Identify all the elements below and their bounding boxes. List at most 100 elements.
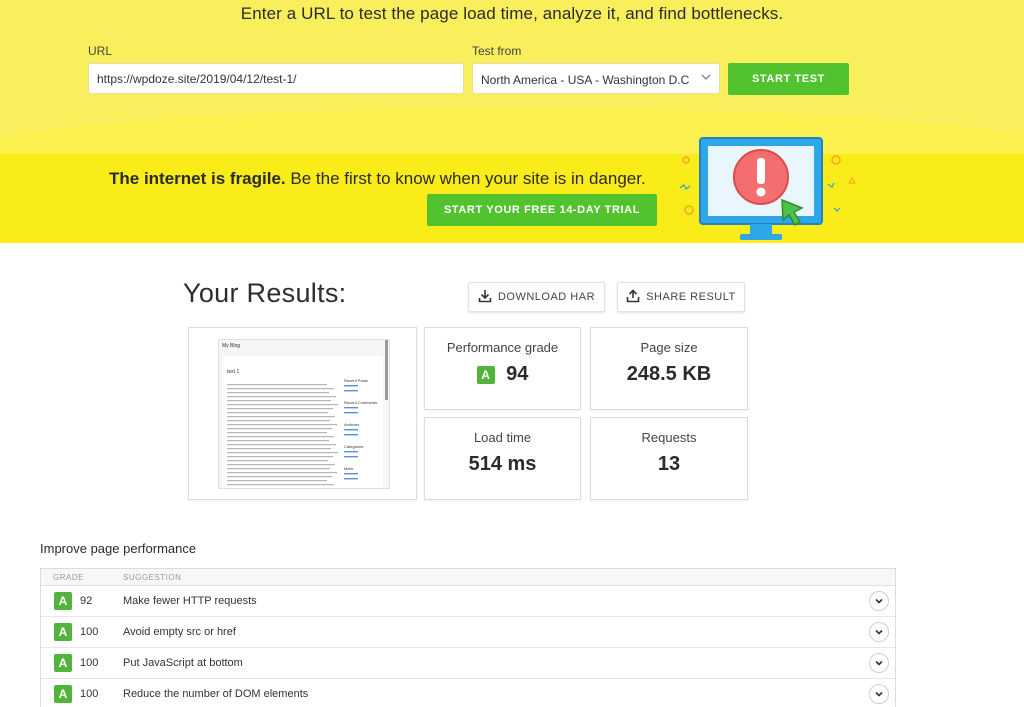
screenshot-text-line bbox=[227, 428, 332, 430]
screenshot-preview bbox=[219, 340, 389, 488]
start-test-button[interactable]: START TEST bbox=[728, 63, 849, 95]
requests-label: Requests bbox=[641, 430, 697, 445]
page-size-card: Page size 248.5 KB bbox=[590, 327, 748, 410]
screenshot-sidebar-link bbox=[344, 478, 358, 480]
screenshot-text-line bbox=[227, 440, 329, 442]
suggestion-text: Make fewer HTTP requests bbox=[123, 595, 257, 607]
column-header-grade: GRADE bbox=[53, 573, 84, 582]
share-result-button[interactable]: SHARE RESULT bbox=[617, 282, 745, 312]
screenshot-text-line bbox=[227, 468, 330, 470]
download-har-label: DOWNLOAD HAR bbox=[497, 291, 596, 303]
promo-bold-text: The internet is fragile. bbox=[109, 169, 286, 188]
screenshot-text-line bbox=[227, 408, 333, 410]
screenshot-text-line bbox=[227, 460, 328, 462]
suggestion-score: 100 bbox=[80, 626, 99, 638]
performance-grade-value: 94 bbox=[506, 363, 529, 385]
free-trial-button[interactable]: START YOUR FREE 14-DAY TRIAL bbox=[427, 194, 657, 226]
results-title: Your Results: bbox=[183, 278, 347, 308]
background-wave bbox=[0, 108, 1024, 160]
screenshot-text-line bbox=[227, 432, 327, 434]
screenshot-sidebar-link bbox=[344, 407, 358, 409]
download-har-button[interactable]: DOWNLOAD HAR bbox=[468, 282, 605, 312]
table-row[interactable]: A 100 Put JavaScript at bottom bbox=[41, 648, 895, 679]
promo-text: The internet is fragile. Be the first to… bbox=[109, 169, 646, 189]
screenshot-text-line bbox=[227, 452, 338, 454]
load-time-label: Load time bbox=[473, 430, 532, 445]
chevron-down-icon[interactable] bbox=[869, 622, 889, 642]
screenshot-text-line bbox=[227, 412, 328, 414]
screenshot-sidebar-heading: Archives bbox=[344, 422, 360, 427]
suggestion-score: 92 bbox=[80, 595, 93, 607]
chevron-down-icon[interactable] bbox=[869, 591, 889, 611]
screenshot-sidebar-heading: Meta bbox=[344, 466, 353, 471]
screenshot-text-line bbox=[227, 400, 331, 402]
requests-value: 13 bbox=[657, 453, 681, 475]
download-icon bbox=[478, 289, 492, 306]
screenshot-text-line bbox=[227, 424, 337, 426]
grade-badge: A bbox=[54, 623, 72, 641]
screenshot-text-line bbox=[227, 404, 338, 406]
screenshot-post-title: test 1 bbox=[227, 369, 240, 375]
screenshot-sidebar-heading: Recent Posts bbox=[344, 378, 368, 383]
screenshot-text-line bbox=[227, 384, 327, 386]
screenshot-sidebar-link bbox=[344, 473, 358, 475]
grade-badge: A bbox=[54, 685, 72, 703]
screenshot-text-line bbox=[227, 444, 336, 446]
promo-banner: The internet is fragile. Be the first to… bbox=[0, 154, 1024, 243]
screenshot-text-line bbox=[227, 436, 334, 438]
url-input[interactable] bbox=[88, 63, 464, 94]
column-header-suggestion: SUGGESTION bbox=[123, 573, 182, 582]
share-result-label: SHARE RESULT bbox=[646, 291, 736, 303]
screenshot-text-line bbox=[227, 396, 336, 398]
screenshot-sidebar-link bbox=[344, 451, 358, 453]
screenshot-text-line bbox=[227, 472, 337, 474]
promo-body-text: Be the first to know when your site is i… bbox=[285, 169, 646, 188]
screenshot-blog-title: My Blog bbox=[222, 343, 241, 349]
suggestion-text: Put JavaScript at bottom bbox=[123, 657, 243, 669]
screenshot-text-line bbox=[227, 420, 330, 422]
screenshot-text-line bbox=[227, 448, 331, 450]
grade-badge: A bbox=[476, 365, 495, 384]
load-time-card: Load time 514 ms bbox=[424, 417, 581, 500]
load-time-value: 514 ms bbox=[468, 453, 537, 475]
grade-badge: A bbox=[54, 654, 72, 672]
table-row[interactable]: A 100 Avoid empty src or href bbox=[41, 617, 895, 648]
test-from-label: Test from bbox=[472, 44, 522, 58]
screenshot-text-line bbox=[227, 484, 334, 486]
performance-grade-label: Performance grade bbox=[446, 340, 559, 355]
screenshot-text-line bbox=[227, 416, 335, 418]
screenshot-text-line bbox=[227, 388, 334, 390]
screenshot-sidebar-heading: Recent Comments bbox=[344, 400, 378, 405]
performance-grade-card: Performance grade A 94 bbox=[424, 327, 581, 410]
share-icon bbox=[626, 288, 640, 306]
page-screenshot: My Blog test 1 Recent Posts Recent Commen… bbox=[218, 339, 390, 489]
chevron-down-icon[interactable] bbox=[869, 684, 889, 704]
page-size-value: 248.5 KB bbox=[626, 363, 712, 385]
monitor-alert-icon bbox=[679, 137, 856, 240]
table-body: A 92 Make fewer HTTP requests A 100 Avoid emp… bbox=[41, 586, 895, 707]
table-header: GRADE SUGGESTION bbox=[41, 569, 895, 586]
screenshot-text-line bbox=[227, 392, 329, 394]
grade-badge: A bbox=[54, 592, 72, 610]
screenshot-sidebar-link bbox=[344, 456, 358, 458]
url-label: URL bbox=[88, 44, 113, 58]
test-from-select[interactable]: North America - USA - Washington D.C bbox=[472, 63, 720, 94]
screenshot-sidebar-link bbox=[344, 434, 358, 436]
test-form-section: Enter a URL to test the page load time, … bbox=[0, 0, 1024, 160]
table-row[interactable]: A 100 Reduce the number of DOM elements bbox=[41, 679, 895, 707]
requests-card: Requests 13 bbox=[590, 417, 748, 500]
suggestion-text: Reduce the number of DOM elements bbox=[123, 688, 309, 700]
page-size-label: Page size bbox=[640, 340, 698, 355]
chevron-down-icon bbox=[701, 72, 711, 85]
chevron-down-icon[interactable] bbox=[869, 653, 889, 673]
suggestion-text: Avoid empty src or href bbox=[123, 626, 236, 638]
table-row[interactable]: A 92 Make fewer HTTP requests bbox=[41, 586, 895, 617]
suggestions-table: GRADE SUGGESTION A 92 Make fewer HTTP requ… bbox=[40, 568, 896, 707]
screenshot-text-line bbox=[227, 456, 333, 458]
suggestion-score: 100 bbox=[80, 657, 99, 669]
screenshot-text-line bbox=[227, 476, 332, 478]
screenshot-sidebar-link bbox=[344, 429, 358, 431]
test-from-value: North America - USA - Washington D.C bbox=[481, 73, 690, 87]
screenshot-sidebar-link bbox=[344, 412, 358, 414]
form-headline: Enter a URL to test the page load time, … bbox=[240, 4, 784, 23]
